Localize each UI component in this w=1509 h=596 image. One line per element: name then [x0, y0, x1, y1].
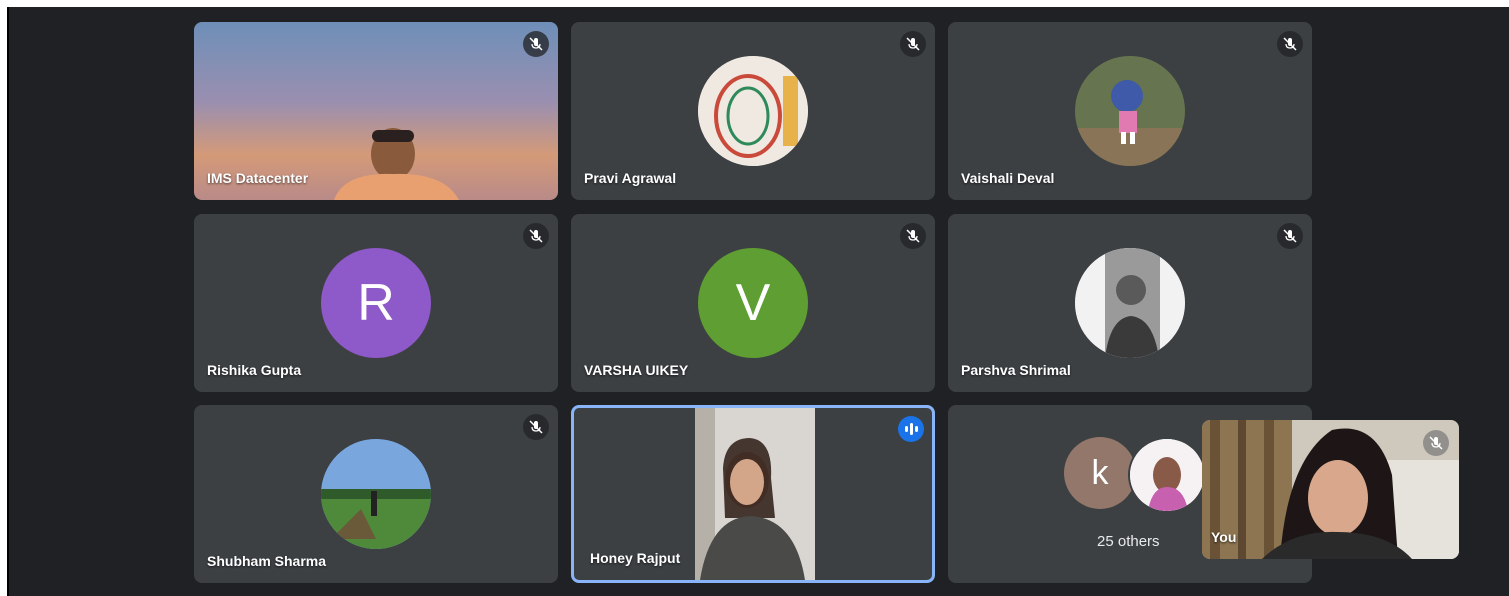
participant-name: Pravi Agrawal: [584, 170, 677, 186]
avatar-initial: R: [357, 274, 395, 332]
avatar: k: [1064, 437, 1136, 509]
self-view-tile[interactable]: You: [1202, 420, 1459, 559]
avatar-initial: k: [1091, 453, 1109, 492]
avatar-initial: V: [735, 274, 771, 332]
self-label: You: [1211, 529, 1237, 545]
participant-tile-varsha-uikey[interactable]: V VARSHA UIKEY: [571, 214, 935, 392]
avatar: [321, 439, 431, 549]
mic-off-icon: [1423, 430, 1449, 456]
mic-off-icon: [900, 31, 926, 57]
participant-tile-pravi-agrawal[interactable]: Pravi Agrawal: [571, 22, 935, 200]
top-border: [0, 0, 1509, 7]
avatar: R: [321, 248, 431, 358]
participant-name: Shubham Sharma: [207, 553, 327, 569]
participant-tile-rishika-gupta[interactable]: R Rishika Gupta: [194, 214, 558, 392]
participant-tile-honey-rajput[interactable]: Honey Rajput: [571, 405, 935, 583]
self-video-feed: [1202, 420, 1459, 559]
participant-tile-parshva-shrimal[interactable]: Parshva Shrimal: [948, 214, 1312, 392]
participant-name: Honey Rajput: [590, 550, 681, 566]
speaking-indicator-icon: [898, 416, 924, 442]
participant-name: VARSHA UIKEY: [584, 362, 689, 378]
participant-tile-vaishali-deval[interactable]: Vaishali Deval: [948, 22, 1312, 200]
others-count: 25 others: [1097, 533, 1160, 550]
participant-name: Vaishali Deval: [961, 170, 1055, 186]
participant-name: IMS Datacenter: [207, 170, 309, 186]
avatar: [1075, 56, 1185, 166]
mic-off-icon: [1277, 223, 1303, 249]
avatar: [1128, 437, 1206, 513]
mic-off-icon: [523, 414, 549, 440]
participant-name: Parshva Shrimal: [961, 362, 1071, 378]
avatar: [1075, 248, 1185, 358]
mic-off-icon: [1277, 31, 1303, 57]
participant-tile-shubham-sharma[interactable]: Shubham Sharma: [194, 405, 558, 583]
participant-tile-ims-datacenter[interactable]: IMS Datacenter: [194, 22, 558, 200]
mic-off-icon: [523, 31, 549, 57]
mic-off-icon: [900, 223, 926, 249]
participant-name: Rishika Gupta: [207, 362, 302, 378]
avatar: V: [698, 248, 808, 358]
mic-off-icon: [523, 223, 549, 249]
video-feed: [695, 408, 815, 580]
avatar: [698, 56, 808, 166]
